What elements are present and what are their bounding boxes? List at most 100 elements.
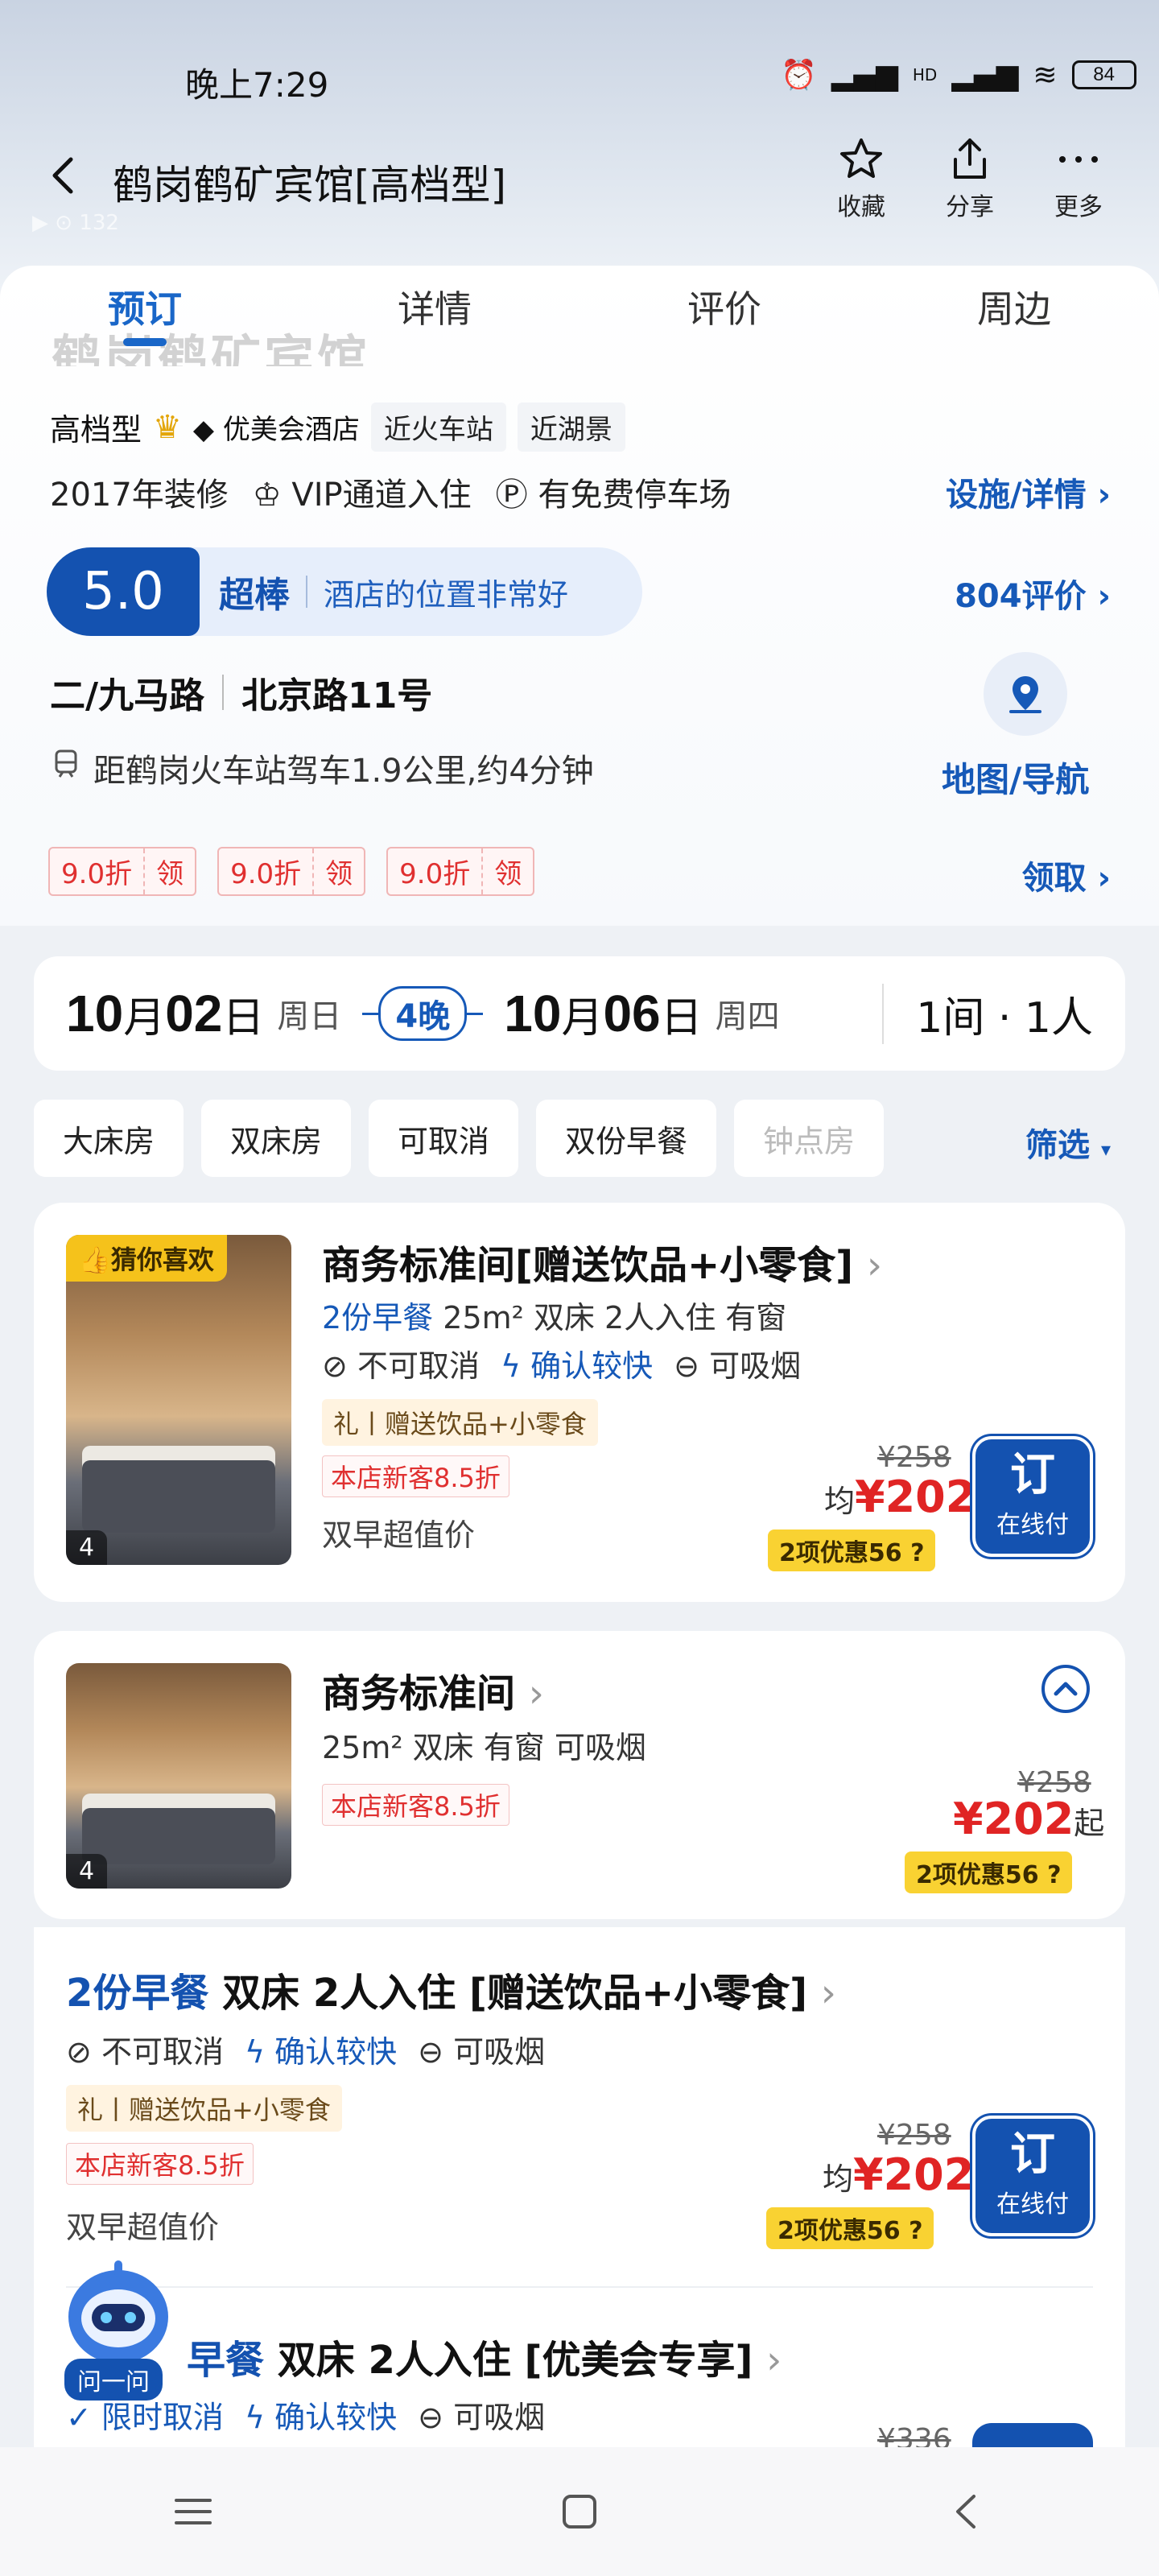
rate-plan-policies: ⊘ 不可取消 ϟ 确认较快 ⊖ 可吸烟 (66, 2027, 545, 2071)
chevron-right-icon: › (820, 1971, 836, 2016)
collapse-icon[interactable] (1040, 1663, 1091, 1715)
pay-online-label: 在线付 (996, 2190, 1069, 2219)
no-cancel: ⊘ 不可取消 (322, 1348, 480, 1384)
crown-icon: ♛ (153, 408, 182, 446)
no-cancel: ⊘ 不可取消 (66, 2034, 224, 2070)
filter-double-breakfast[interactable]: 双份早餐 (536, 1100, 717, 1177)
check-circle-icon: ✓ (66, 2400, 92, 2435)
hotel-title: 鹤岗鹤矿宾馆[高档型] (113, 162, 507, 208)
signal-icon-2: ▂▄▆ (951, 58, 1019, 92)
coupon-discount: 9.0折 (230, 858, 302, 890)
map-pin-icon[interactable] (984, 652, 1067, 736)
checkin-month: 10 (66, 985, 124, 1042)
help-icon: ? (910, 1539, 925, 1567)
filter-hourly[interactable]: 钟点房 (734, 1100, 885, 1177)
rooms-people-selector[interactable]: 1间 · 1人 (882, 983, 1093, 1044)
tab-booking[interactable]: 预订 (0, 274, 290, 354)
menu-icon[interactable] (165, 2483, 221, 2540)
discount-badge[interactable]: 2项优惠56 ? (768, 1530, 936, 1571)
rating-pill[interactable]: 5.0 超棒 酒店的位置非常好 (47, 547, 642, 636)
home-icon[interactable] (551, 2483, 608, 2540)
book-button[interactable]: 订 在线付 (972, 2116, 1093, 2236)
checkout-day-unit: 日 (660, 993, 703, 1042)
breakfast-deal: 双早超值价 (322, 1517, 476, 1553)
checkout-month: 10 (504, 985, 562, 1042)
photo-count: 4 (66, 1530, 108, 1565)
coupon-item[interactable]: 9.0折领 (48, 847, 197, 896)
filter-button[interactable]: 筛选 ▾ (1025, 1119, 1111, 1166)
share-button[interactable]: 分享 (946, 135, 994, 222)
brand-tag: ◆ 优美会酒店 (192, 414, 360, 446)
vip-checkin: ♔ VIP通道入住 (252, 477, 472, 514)
rating-description: 酒店的位置非常好 (324, 576, 569, 613)
lightning-icon: ϟ (500, 1348, 522, 1384)
caret-down-icon: ▾ (1100, 1138, 1111, 1161)
book-label: 订 (1010, 1449, 1055, 1501)
checkin-weekday: 周日 (277, 998, 342, 1035)
filter-cancellable[interactable]: 可取消 (369, 1100, 519, 1177)
checkin-month-unit: 月 (123, 993, 166, 1042)
coupon-discount: 9.0折 (61, 858, 133, 890)
room-name: 商务标准间 › (322, 1671, 544, 1716)
fast-confirm: ϟ 确认较快 (244, 2400, 398, 2435)
room-card[interactable]: 👍猜你喜欢 4 商务标准间[赠送饮品+小零食] › 2份早餐 25m² 双床 2… (34, 1203, 1125, 1602)
room-card[interactable]: 4 商务标准间 › 25m² 双床 有窗 可吸烟 本店新客8.5折 ¥258 ¥… (34, 1631, 1125, 1919)
original-price: ¥336 (877, 2423, 951, 2447)
smoking-icon: ⊖ (418, 2034, 443, 2070)
map-navigation-link[interactable]: 地图/导航 (942, 753, 1089, 802)
coupon-claim: 领 (312, 848, 364, 894)
tab-details[interactable]: 详情 (290, 274, 580, 354)
back-icon[interactable] (40, 151, 89, 200)
battery-icon: 84 (1071, 60, 1136, 89)
new-guest-tag: 本店新客8.5折 (66, 2143, 254, 2185)
help-icon: ? (909, 2217, 923, 2245)
chevron-right-icon: › (528, 1671, 544, 1716)
checkout-month-unit: 月 (561, 993, 604, 1042)
filter-twin-bed[interactable]: 双床房 (201, 1100, 352, 1177)
parking-icon: Ⓟ (495, 477, 528, 514)
favorite-button[interactable]: 收藏 (837, 135, 885, 222)
coupon-item[interactable]: 9.0折领 (386, 847, 535, 896)
date-selector[interactable]: 10 月 02 日 周日 4晚 10 月 06 日 周四 1间 · 1人 (34, 956, 1125, 1071)
hotel-address[interactable]: 二/九马路 北京路11号 (50, 667, 432, 718)
chevron-right-icon: › (1097, 860, 1111, 897)
coupon-item[interactable]: 9.0折领 (217, 847, 366, 896)
room-photo[interactable]: 👍猜你喜欢 4 (66, 1235, 291, 1565)
coupon-discount: 9.0折 (399, 858, 471, 890)
quick-filters: 大床房 双床房 可取消 双份早餐 钟点房 (34, 1100, 885, 1177)
bed-illustration (82, 1460, 275, 1533)
discount-badge[interactable]: 2项优惠56 ? (905, 1852, 1073, 1893)
book-label: 订 (1010, 2128, 1055, 2181)
reviews-link[interactable]: 804评价 › (955, 570, 1111, 617)
tag-near-lake: 近湖景 (517, 402, 625, 452)
room-policies: ⊘ 不可取消 ϟ 确认较快 ⊖ 可吸烟 (322, 1341, 801, 1385)
rate-plan-title[interactable]: 2份早餐 双床 2人入住 [赠送饮品+小零食] › (66, 1961, 836, 2017)
original-price: ¥258 (877, 2119, 951, 2152)
smoking-icon: ⊖ (418, 2400, 443, 2435)
view-count: ▶ ⊙ 132 (32, 211, 119, 235)
claim-coupons-link[interactable]: 领取 › (1022, 852, 1111, 898)
room-name: 商务标准间[赠送饮品+小零食] › (322, 1243, 883, 1288)
back-nav-icon[interactable] (938, 2483, 994, 2540)
filter-king-bed[interactable]: 大床房 (34, 1100, 184, 1177)
assistant-label[interactable]: 问一问 (64, 2359, 163, 2401)
discount-badge[interactable]: 2项优惠56 ? (766, 2207, 934, 2249)
crown-outline-icon: ♔ (252, 477, 282, 514)
rate-plan-title[interactable]: 早餐 双床 2人入住 [优美会专享] › (187, 2328, 782, 2384)
book-button-partial[interactable] (972, 2423, 1093, 2447)
hotel-tags: 高档型 ♛ ◆ 优美会酒店 近火车站 近湖景 (50, 402, 625, 452)
tab-reviews[interactable]: 评价 (580, 274, 869, 354)
tab-nearby[interactable]: 周边 (869, 274, 1159, 354)
tab-bar: 预订 详情 评价 周边 (0, 274, 1159, 354)
facilities-link[interactable]: 设施/详情 › (946, 469, 1111, 515)
more-label: 更多 (1054, 193, 1103, 221)
assistant-robot-icon[interactable] (58, 2254, 179, 2375)
book-button[interactable]: 订 在线付 (972, 1436, 1093, 1557)
more-button[interactable]: 更多 (1054, 135, 1103, 222)
average-price: 均¥202 (824, 1472, 976, 1522)
rating-divider (306, 576, 307, 608)
hd-label: HD (912, 65, 938, 85)
distance-info: 距鹤岗火车站驾车1.9公里,约4分钟 (50, 745, 594, 791)
room-photo[interactable]: 4 (66, 1663, 291, 1889)
recommend-badge: 👍猜你喜欢 (66, 1235, 227, 1282)
